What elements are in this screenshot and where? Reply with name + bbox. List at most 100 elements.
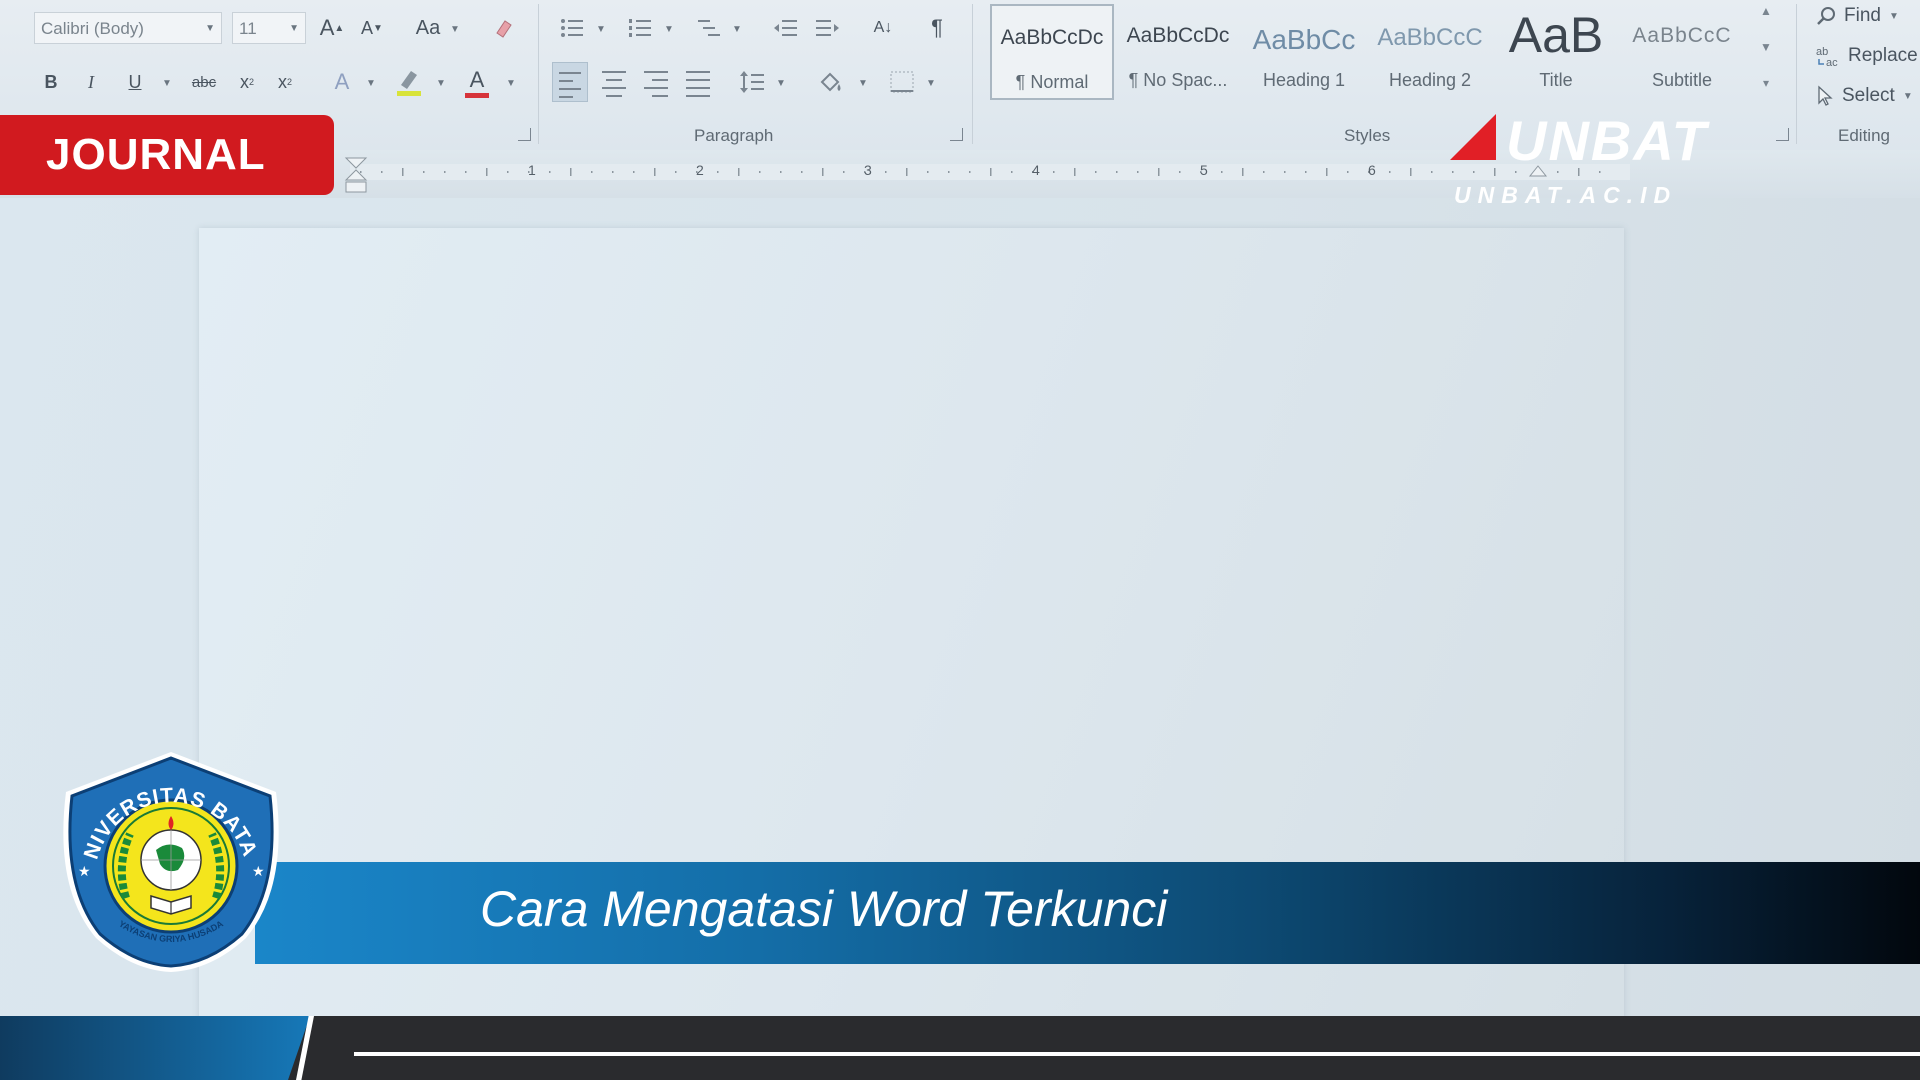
ruler-tick <box>822 168 824 176</box>
replace-button[interactable]: ab ac Replace <box>1816 40 1918 72</box>
find-button[interactable]: Find ▼ <box>1816 0 1899 32</box>
superscript-icon: x <box>277 71 287 92</box>
clear-formatting-button[interactable] <box>488 12 520 44</box>
chevron-down-icon: ▼ <box>205 23 215 34</box>
line-spacing-button[interactable] <box>734 62 770 102</box>
ruler-tick <box>549 171 551 173</box>
ruler-tick <box>1284 171 1286 173</box>
ruler-ticks <box>360 168 1601 176</box>
font-color-button[interactable]: A <box>460 64 494 100</box>
article-title: Cara Mengatasi Word Terkunci <box>480 881 1168 937</box>
chevron-down-icon: ▼ <box>436 78 446 89</box>
underline-button[interactable]: U <box>120 66 150 98</box>
gallery-scroll-up-button[interactable]: ▲ <box>1754 4 1778 32</box>
shrink-font-button[interactable]: A ▼ <box>356 12 388 44</box>
ruler-tick <box>801 171 803 173</box>
align-right-button[interactable] <box>638 62 674 102</box>
footer-accent <box>0 1016 310 1080</box>
italic-button[interactable]: I <box>76 66 106 98</box>
find-label: Find <box>1844 5 1881 26</box>
bullets-button[interactable] <box>556 12 588 44</box>
chevron-down-icon: ▼ <box>926 78 936 89</box>
highlight-button[interactable] <box>392 64 426 100</box>
ruler-tick <box>1347 171 1349 173</box>
text-effects-button[interactable]: A <box>326 66 358 98</box>
multilevel-list-button[interactable] <box>692 12 728 44</box>
decrease-indent-button[interactable] <box>770 12 802 44</box>
chevron-down-icon: ▼ <box>366 78 376 89</box>
replace-icon: abac <box>1816 46 1838 67</box>
subscript-button[interactable]: x2 <box>232 66 262 98</box>
chevron-up-icon: ▲ <box>1760 4 1772 18</box>
font-dialog-launcher[interactable] <box>518 128 531 141</box>
style-normal[interactable]: AaBbCcDc ¶ Normal <box>990 4 1114 100</box>
group-separator <box>1796 4 1797 144</box>
ruler-tick <box>570 168 572 176</box>
strikethrough-button[interactable]: abc <box>186 66 222 98</box>
subscript-icon: x <box>239 71 249 92</box>
shading-button[interactable] <box>814 62 850 102</box>
ruler-track: 1 2 3 4 5 6 <box>350 162 1630 180</box>
font-size-dropdown[interactable]: 11 ▼ <box>232 12 306 44</box>
style-heading-2[interactable]: AaBbCcC Heading 2 <box>1368 4 1492 100</box>
shrink-font-icon: A <box>361 17 374 38</box>
ruler-tick <box>1431 171 1433 173</box>
ruler-tick <box>1242 168 1244 176</box>
paragraph-dialog-launcher[interactable] <box>950 128 963 141</box>
chevron-down-icon: ▼ <box>664 24 674 35</box>
chevron-down-icon: ▼ <box>506 78 516 89</box>
align-center-button[interactable] <box>596 62 632 102</box>
superscript-button[interactable]: x2 <box>270 66 300 98</box>
gallery-scroll-down-button[interactable]: ▼ <box>1754 40 1778 68</box>
ruler-tick <box>1053 171 1055 173</box>
change-case-icon: Aa <box>415 16 441 39</box>
align-left-button[interactable] <box>552 62 588 102</box>
brand-domain: UNBAT.AC.ID <box>1454 182 1678 208</box>
numbering-button[interactable] <box>624 12 656 44</box>
chevron-down-icon: ▼ <box>289 23 299 34</box>
style-title[interactable]: AaB Title <box>1494 4 1618 100</box>
show-formatting-button[interactable]: ¶ <box>922 12 952 44</box>
ruler-tick <box>1389 171 1391 173</box>
change-case-button[interactable]: Aa <box>408 12 448 44</box>
chevron-down-icon: ▼ <box>1902 90 1913 102</box>
style-subtitle[interactable]: AaBbCcC Subtitle <box>1620 4 1744 100</box>
ruler-tick <box>507 171 509 173</box>
chevron-down-icon: ▼ <box>596 24 606 35</box>
ruler-tick <box>444 171 446 173</box>
ruler-tick <box>486 168 488 176</box>
logo-triangle-icon <box>1450 114 1496 160</box>
grow-font-button[interactable]: A ▲ <box>316 12 348 44</box>
title-banner: Cara Mengatasi Word Terkunci <box>255 862 1920 964</box>
ruler-number: 5 <box>1200 162 1208 178</box>
first-line-indent-marker[interactable] <box>344 156 368 201</box>
chevron-down-icon: ▼ <box>162 78 172 89</box>
ruler-tick <box>1263 171 1265 173</box>
ruler-tick <box>843 171 845 173</box>
eraser-icon <box>496 20 512 38</box>
justify-button[interactable] <box>680 62 716 102</box>
style-no-spacing[interactable]: AaBbCcDc ¶ No Spac... <box>1116 4 1240 100</box>
font-name-dropdown[interactable]: Calibri (Body) ▼ <box>34 12 222 44</box>
pilcrow-icon: ¶ <box>931 15 943 40</box>
replace-label: Replace <box>1848 45 1918 66</box>
style-heading-1[interactable]: AaBbCc Heading 1 <box>1242 4 1366 100</box>
sort-button[interactable]: A↓ <box>866 12 900 44</box>
borders-icon <box>890 71 914 93</box>
multilevel-list-icon <box>698 20 720 36</box>
style-preview: AaBbCcDc <box>1000 26 1104 49</box>
borders-button[interactable] <box>884 62 920 102</box>
font-name-value: Calibri (Body) <box>41 19 144 38</box>
ruler-tick <box>738 168 740 176</box>
styles-dialog-launcher[interactable] <box>1776 128 1789 141</box>
style-name: ¶ No Spac... <box>1128 70 1228 90</box>
bold-button[interactable]: B <box>36 66 66 98</box>
university-seal-icon: ★ ★ UNIVERSITAS BATAM YAYASAN GRIYA HUSA… <box>47 730 279 972</box>
svg-text:★: ★ <box>252 864 265 880</box>
style-name: Heading 2 <box>1388 70 1472 90</box>
increase-indent-button[interactable] <box>812 12 844 44</box>
select-button[interactable]: Select ▼ <box>1816 80 1913 112</box>
gallery-more-button[interactable]: ▾ <box>1754 76 1778 104</box>
ruler-tick <box>1326 168 1328 176</box>
style-name: Subtitle <box>1651 70 1713 90</box>
